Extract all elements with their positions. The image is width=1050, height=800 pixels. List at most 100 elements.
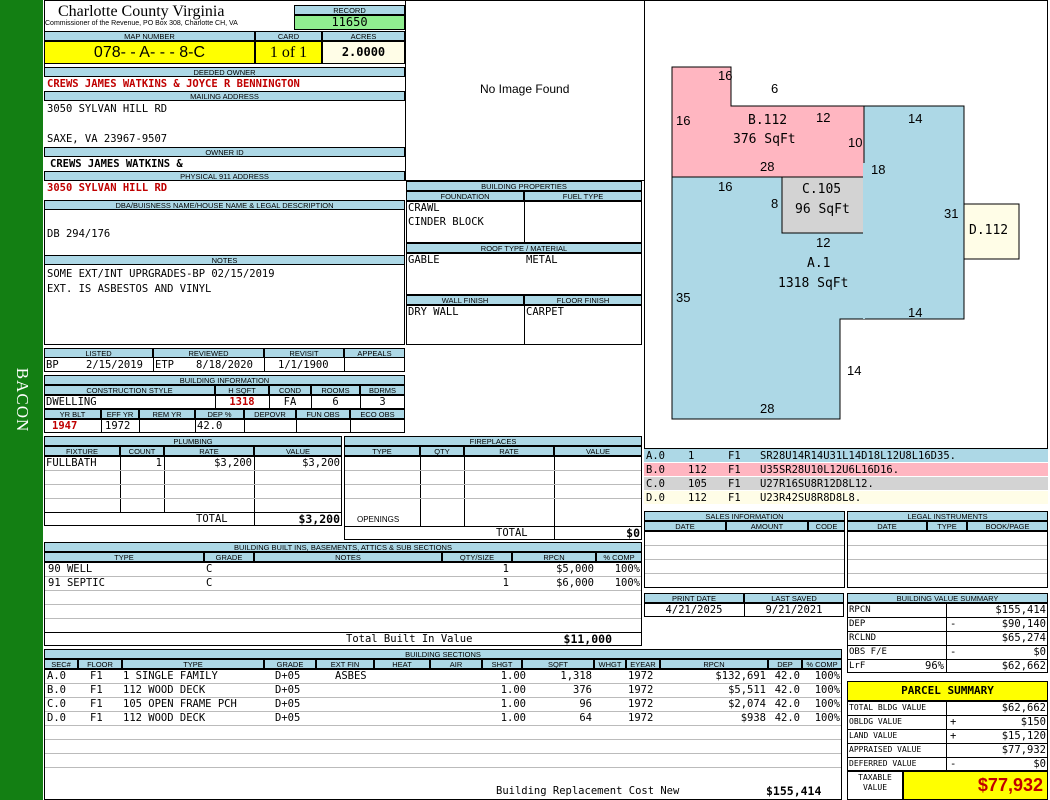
bvs-rpcn: $155,414	[995, 604, 1046, 616]
bvs-title: BUILDING VALUE SUMMARY	[847, 593, 1048, 603]
legal-title: LEGAL INSTRUMENTS	[847, 511, 1048, 521]
fp-rate-label: RATE	[464, 446, 554, 456]
section-eyear: 1972	[628, 670, 654, 682]
dim-b-right: 10	[848, 135, 862, 150]
dba-label: DBA/BUISNESS NAME/HOUSE NAME & LEGAL DES…	[44, 200, 405, 210]
wall-finish: DRY WALL	[408, 306, 459, 318]
legend-path: U27R16SU8R12D8L12.	[760, 478, 874, 490]
section-dep: 42.0	[774, 684, 800, 696]
print-date: 4/21/2025	[665, 604, 723, 616]
construction-style: DWELLING	[46, 396, 97, 408]
section-type: 105 OPEN FRAME PCH	[123, 698, 237, 710]
acres-value: 2.0000	[322, 41, 405, 64]
record-label: RECORD	[294, 5, 405, 15]
legend-path: SR28U14R14U31L14D18L12U8L16D35.	[760, 450, 956, 462]
sales-title: SALES INFORMATION	[644, 511, 845, 521]
card-label: CARD	[255, 31, 322, 41]
parcel-appr-label: APPRAISED VALUE	[849, 745, 922, 754]
effyr-value: 1972	[105, 420, 131, 432]
builtin-grade-label: GRADE	[204, 552, 254, 562]
parcel-summary-title: PARCEL SUMMARY	[847, 681, 1048, 701]
dim-a-step2: 14	[908, 305, 922, 320]
parcel-def-label: DEFERRED VALUE	[849, 759, 917, 768]
taxable-value: $77,932	[903, 771, 1048, 800]
sketch-a-name: A.1	[807, 256, 830, 271]
dim-b-top: 16	[718, 68, 732, 83]
plumbing-value-label: VALUE	[254, 446, 342, 456]
builtin-rpcn: $6,000	[556, 577, 594, 589]
builtins-title: BUILDING BUILT INS, BASEMENTS, ATTICS & …	[44, 542, 642, 552]
bvs-dep: $90,140	[1001, 618, 1046, 630]
dim-a-right-top: 14	[908, 111, 922, 126]
bvs-rpcn-label: RPCN	[849, 605, 871, 615]
sketch-c-area: 96 SqFt	[795, 202, 850, 217]
section-eyear: 1972	[628, 684, 654, 696]
bvs-rclnd-label: RCLND	[849, 633, 877, 643]
bvs-rclnd: $65,274	[1001, 632, 1046, 644]
mailing-address-line2: SAXE, VA 23967-9507	[47, 133, 168, 145]
bvs-lrf: $62,662	[1001, 660, 1046, 672]
section-floor: F1	[90, 684, 103, 696]
sales-amount-label: AMOUNT	[726, 521, 808, 531]
grid-line	[45, 767, 841, 768]
section-eyear: 1972	[628, 712, 654, 724]
no-image-text: No Image Found	[480, 82, 570, 96]
plumbing-rate-label: RATE	[164, 446, 254, 456]
dba-value: DB 294/176	[47, 228, 111, 240]
legend-code: 112	[688, 492, 707, 504]
section-type: 1 SINGLE FAMILY	[123, 670, 218, 682]
legend-floor: F1	[728, 450, 741, 462]
builtin-notes-label: NOTES	[254, 552, 442, 562]
legend-code: 105	[688, 478, 707, 490]
yrblt-label: YR BLT	[44, 409, 101, 419]
section-grade: D+05	[275, 712, 301, 724]
grid-line	[45, 725, 841, 726]
section-sqft: 376	[573, 684, 592, 696]
section-comp: 100%	[814, 684, 840, 696]
builtin-comp-label: % COMP	[596, 552, 642, 562]
section-col-sec: SEC#	[44, 659, 78, 669]
plumbing-title: PLUMBING	[44, 436, 342, 446]
legend-floor: F1	[728, 492, 741, 504]
legal-book-label: BOOK/PAGE	[967, 521, 1048, 531]
section-sqft: 1,318	[560, 670, 592, 682]
section-type: 112 WOOD DECK	[123, 712, 206, 724]
note-line2: EXT. IS ASBESTOS AND VINYL	[47, 283, 212, 295]
hsqft-value: 1318	[229, 396, 255, 408]
sales-date-label: DATE	[644, 521, 726, 531]
section-eyear: 1972	[628, 698, 654, 710]
plumbing-total: $3,200	[298, 512, 340, 526]
cond-value: FA	[283, 396, 297, 408]
legal-date-label: DATE	[847, 521, 927, 531]
section-rpcn: $2,074	[728, 698, 766, 710]
parcel-land: $15,120	[1001, 730, 1046, 742]
legend-floor: F1	[728, 464, 741, 476]
bvs-obs: $0	[1033, 646, 1046, 658]
parcel-tbv: $62,662	[1001, 702, 1046, 714]
bvs-dep-label: DEP	[849, 619, 866, 629]
sketch-b-area: 376 SqFt	[733, 132, 796, 147]
section-col-type: TYPE	[122, 659, 264, 669]
rooms-value: 6	[332, 396, 339, 408]
openings-label: OPENINGS	[357, 515, 400, 524]
legend-sec: B.0	[646, 464, 665, 476]
fp-value-label: VALUE	[554, 446, 642, 456]
section-shgt: 1.00	[500, 670, 526, 682]
legend-row: C.0 105 F1 U27R16SU8R12D8L12.	[644, 477, 1048, 491]
legend-sec: D.0	[646, 492, 665, 504]
section-shgt: 1.00	[500, 712, 526, 724]
grid-line	[45, 753, 841, 754]
section-rpcn: $5,511	[728, 684, 766, 696]
dim-c-top: 16	[718, 179, 732, 194]
card-number: 1 of 1	[255, 41, 322, 64]
section-col-shgt: SHGT	[482, 659, 522, 669]
foundation-label: FOUNDATION	[406, 191, 524, 201]
floor-finish-label: FLOOR FINISH	[524, 295, 642, 305]
floor-finish: CARPET	[526, 306, 564, 318]
builtin-qty: 1	[502, 577, 509, 589]
builtin-qty-label: QTY/SIZE	[442, 552, 512, 562]
sketch-a-area: 1318 SqFt	[778, 276, 848, 291]
fp-qty-label: QTY	[420, 446, 464, 456]
taxable-label-1: TAXABLE	[858, 773, 892, 782]
builtin-rpcn: $5,000	[556, 563, 594, 575]
